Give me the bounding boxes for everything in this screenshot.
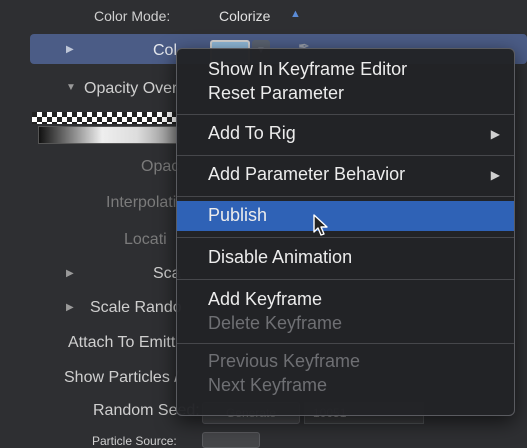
menu-item-label: Next Keyframe xyxy=(208,375,328,395)
location-label: Locati xyxy=(124,231,167,248)
menu-separator xyxy=(177,114,514,115)
particle-source-well[interactable] xyxy=(202,432,260,448)
mouse-pointer-icon xyxy=(313,214,328,236)
menu-item-publish[interactable]: Publish xyxy=(177,201,514,231)
menu-item-label: Reset Parameter xyxy=(208,83,345,103)
menu-separator xyxy=(177,155,514,156)
interpolation-label: Interpolati xyxy=(106,194,177,211)
submenu-arrow-icon: ▶ xyxy=(490,168,500,182)
color-mode-label: Color Mode: xyxy=(94,8,171,24)
menu-item-label: Publish xyxy=(208,205,268,225)
menu-separator xyxy=(177,237,514,238)
opacity-over-label: Opacity Over xyxy=(84,80,178,97)
menu-item-reset-parameter[interactable]: Reset Parameter xyxy=(177,79,514,109)
gradient-preview[interactable] xyxy=(38,126,180,144)
menu-item-add-to-rig[interactable]: Add To Rig ▶ xyxy=(177,119,514,149)
disclosure-triangle-icon[interactable]: ▶ xyxy=(66,44,74,55)
color-label: Col xyxy=(153,42,178,59)
disclosure-open-icon[interactable]: ▼ xyxy=(66,82,76,93)
opacity-gradient[interactable] xyxy=(32,112,177,124)
menu-separator xyxy=(177,196,514,197)
scale-random-label: Scale Rando xyxy=(90,299,182,316)
disclosure-triangle-icon[interactable]: ▶ xyxy=(66,302,74,313)
menu-item-label: Show In Keyframe Editor xyxy=(208,59,408,79)
menu-item-add-parameter-behavior[interactable]: Add Parameter Behavior ▶ xyxy=(177,160,514,190)
menu-item-label: Add Keyframe xyxy=(208,289,323,309)
submenu-arrow-icon: ▶ xyxy=(490,127,500,141)
menu-item-next-keyframe: Next Keyframe xyxy=(177,371,514,401)
color-mode-popup[interactable]: Colorize xyxy=(219,8,270,24)
menu-item-label: Disable Animation xyxy=(208,247,353,267)
show-particles-label: Show Particles / xyxy=(64,369,179,386)
attach-to-emitter-label: Attach To Emitt xyxy=(68,334,176,351)
menu-item-label: Previous Keyframe xyxy=(208,351,361,371)
menu-item-disable-animation[interactable]: Disable Animation xyxy=(177,243,514,273)
opacity-label: Opac xyxy=(141,158,180,175)
menu-item-label: Add Parameter Behavior xyxy=(208,164,406,184)
context-menu: Show In Keyframe Editor Reset Parameter … xyxy=(176,48,515,416)
particle-source-label: Particle Source: xyxy=(92,434,177,448)
popup-stepper-icon[interactable]: ▲︎ xyxy=(290,8,301,20)
menu-separator xyxy=(177,279,514,280)
menu-item-label: Add To Rig xyxy=(208,123,296,143)
disclosure-triangle-icon[interactable]: ▶ xyxy=(66,268,74,279)
